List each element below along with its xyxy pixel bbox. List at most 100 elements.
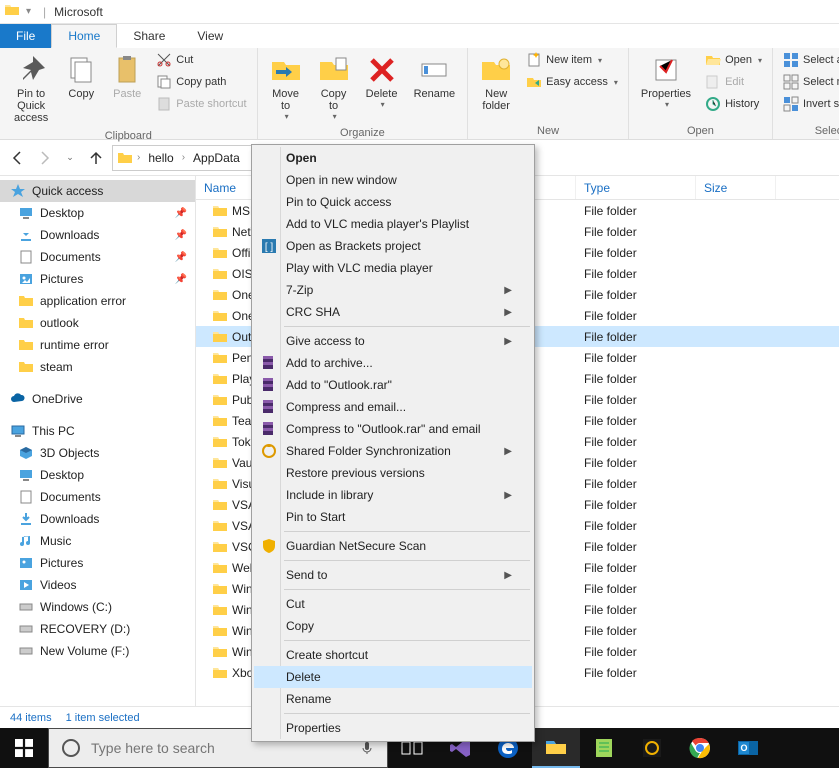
taskbar-app-explorer[interactable] — [532, 728, 580, 768]
menu-item[interactable]: CRC SHA▶ — [254, 301, 532, 323]
copy-to-button[interactable]: Copy to▾ — [312, 50, 356, 125]
up-button[interactable] — [86, 148, 106, 168]
breadcrumb-item[interactable]: AppData — [189, 151, 244, 165]
menu-item[interactable]: Copy — [254, 615, 532, 637]
tab-share[interactable]: Share — [117, 24, 181, 48]
column-type[interactable]: Type — [576, 176, 696, 199]
sidebar-item[interactable]: steam — [0, 356, 195, 378]
properties-button[interactable]: Properties▾ — [635, 50, 697, 113]
easy-access-button[interactable]: Easy access▾ — [522, 72, 622, 92]
menu-item[interactable]: Pin to Start — [254, 506, 532, 528]
search-input[interactable] — [91, 740, 349, 756]
menu-item[interactable]: Rename — [254, 688, 532, 710]
cut-button[interactable]: Cut — [152, 50, 250, 70]
folder-icon — [212, 329, 228, 345]
move-to-button[interactable]: Move to▾ — [264, 50, 308, 125]
sidebar-item[interactable]: Videos — [0, 574, 195, 596]
menu-item[interactable]: Guardian NetSecure Scan — [254, 535, 532, 557]
sidebar-quick-access[interactable]: Quick access — [0, 180, 195, 202]
copy-button[interactable]: Copy — [60, 50, 102, 104]
menu-item[interactable]: Add to "Outlook.rar" — [254, 374, 532, 396]
qat-toggle-icon[interactable]: ▾ — [22, 6, 35, 17]
menu-item[interactable]: Open — [254, 147, 532, 169]
forward-button[interactable] — [34, 148, 54, 168]
breadcrumb-item[interactable]: hello — [144, 151, 177, 165]
sidebar-item[interactable]: Downloads📌 — [0, 224, 195, 246]
mic-icon[interactable] — [359, 740, 375, 756]
column-size[interactable]: Size — [696, 176, 776, 199]
chevron-right-icon: ▶ — [504, 490, 512, 501]
tab-home[interactable]: Home — [51, 24, 117, 48]
start-button[interactable] — [0, 728, 48, 768]
paste-shortcut-button[interactable]: Paste shortcut — [152, 94, 250, 114]
taskbar-app-ide[interactable] — [628, 728, 676, 768]
sidebar-item[interactable]: Music — [0, 530, 195, 552]
sidebar-item[interactable]: application error — [0, 290, 195, 312]
menu-item[interactable]: Compress and email... — [254, 396, 532, 418]
address-bar[interactable]: › hello › AppData — [112, 145, 260, 171]
folder-icon — [212, 518, 228, 534]
taskbar-app-outlook[interactable]: O — [724, 728, 772, 768]
menu-item[interactable]: Shared Folder Synchronization▶ — [254, 440, 532, 462]
tab-view[interactable]: View — [181, 24, 239, 48]
sidebar-item[interactable]: Pictures📌 — [0, 268, 195, 290]
menu-item[interactable]: [ ]Open as Brackets project — [254, 235, 532, 257]
new-folder-button[interactable]: New folder — [474, 50, 518, 116]
menu-item[interactable]: Add to VLC media player's Playlist — [254, 213, 532, 235]
tab-file[interactable]: File — [0, 24, 51, 48]
chevron-right-icon: ▶ — [504, 307, 512, 318]
chevron-right-icon[interactable]: › — [137, 152, 140, 163]
sidebar-item[interactable]: runtime error — [0, 334, 195, 356]
select-none-button[interactable]: Select none — [779, 72, 839, 92]
copy-path-button[interactable]: Copy path — [152, 72, 250, 92]
invert-selection-button[interactable]: Invert selection — [779, 94, 839, 114]
sidebar-item[interactable]: outlook — [0, 312, 195, 334]
menu-item[interactable]: Cut — [254, 593, 532, 615]
sidebar-item[interactable]: Desktop📌 — [0, 202, 195, 224]
sidebar-this-pc[interactable]: This PC — [0, 420, 195, 442]
sidebar-item[interactable]: Windows (C:) — [0, 596, 195, 618]
chevron-right-icon[interactable]: › — [182, 152, 185, 163]
sidebar-item[interactable]: RECOVERY (D:) — [0, 618, 195, 640]
sidebar-item[interactable]: Documents — [0, 486, 195, 508]
sidebar-item[interactable]: 3D Objects — [0, 442, 195, 464]
menu-item[interactable]: Play with VLC media player — [254, 257, 532, 279]
edit-button[interactable]: Edit — [701, 72, 766, 92]
folder-icon — [117, 150, 133, 166]
taskbar-app-notepadpp[interactable] — [580, 728, 628, 768]
pin-to-quick-access-button[interactable]: Pin to Quick access — [6, 50, 56, 128]
window-title: Microsoft — [54, 5, 103, 19]
select-all-button[interactable]: Select all — [779, 50, 839, 70]
rar-icon — [260, 354, 278, 372]
menu-item[interactable]: Open in new window — [254, 169, 532, 191]
rename-button[interactable]: Rename — [408, 50, 462, 104]
paste-button[interactable]: Paste — [106, 50, 148, 104]
menu-item[interactable]: Properties — [254, 717, 532, 739]
delete-button[interactable]: Delete▾ — [360, 50, 404, 113]
back-button[interactable] — [8, 148, 28, 168]
menu-item[interactable]: Give access to▶ — [254, 330, 532, 352]
menu-item[interactable]: Send to▶ — [254, 564, 532, 586]
folder-icon — [212, 455, 228, 471]
menu-item[interactable]: Add to archive... — [254, 352, 532, 374]
sidebar-item[interactable]: Pictures — [0, 552, 195, 574]
svg-text:O: O — [740, 743, 747, 753]
menu-item[interactable]: Delete — [254, 666, 532, 688]
recent-locations-button[interactable]: ⌄ — [60, 148, 80, 168]
new-item-button[interactable]: New item▾ — [522, 50, 622, 70]
history-button[interactable]: History — [701, 94, 766, 114]
sidebar-onedrive[interactable]: OneDrive — [0, 388, 195, 410]
sidebar-item[interactable]: Documents📌 — [0, 246, 195, 268]
sidebar-item[interactable]: New Volume (F:) — [0, 640, 195, 662]
menu-item[interactable]: Restore previous versions — [254, 462, 532, 484]
taskbar-app-chrome[interactable] — [676, 728, 724, 768]
menu-item[interactable]: Include in library▶ — [254, 484, 532, 506]
sidebar-item[interactable]: Downloads — [0, 508, 195, 530]
open-button[interactable]: Open▾ — [701, 50, 766, 70]
menu-item[interactable]: Compress to "Outlook.rar" and email — [254, 418, 532, 440]
sidebar-item[interactable]: Desktop — [0, 464, 195, 486]
menu-item[interactable]: Create shortcut — [254, 644, 532, 666]
menu-separator — [284, 560, 530, 561]
menu-item[interactable]: Pin to Quick access — [254, 191, 532, 213]
menu-item[interactable]: 7-Zip▶ — [254, 279, 532, 301]
